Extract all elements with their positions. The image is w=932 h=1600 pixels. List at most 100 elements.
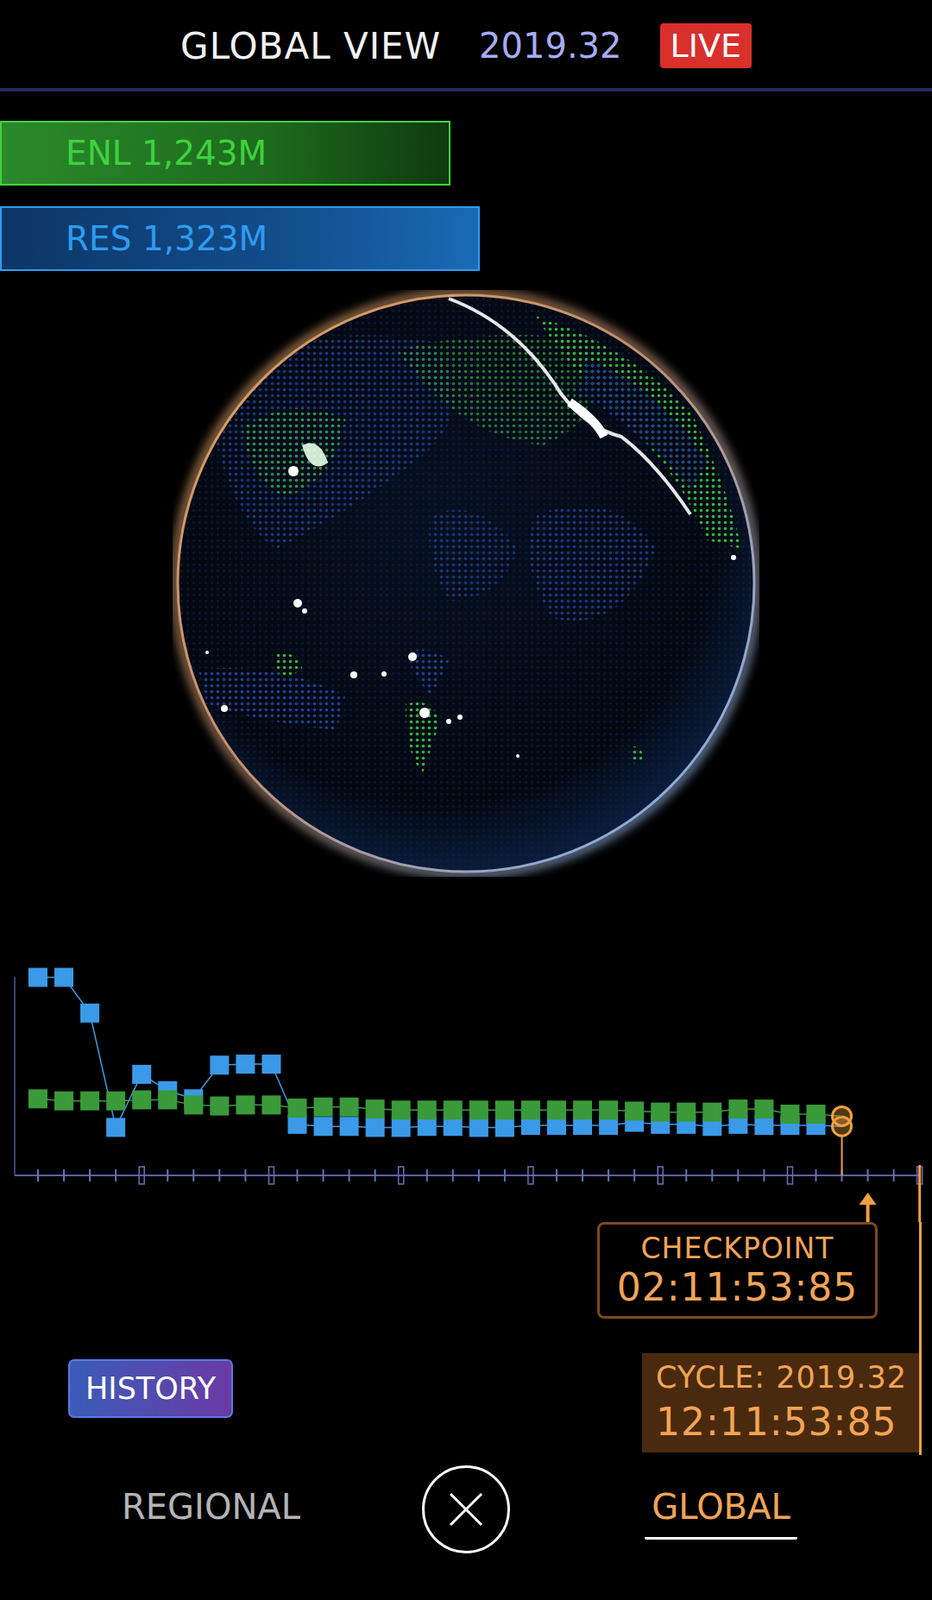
res-series [28, 967, 852, 1137]
cycle-tick [528, 1166, 534, 1184]
data-point [314, 1097, 334, 1117]
checkpoint-tick [607, 1169, 610, 1182]
cycle-tick [268, 1166, 274, 1184]
checkpoint-tick [322, 1169, 325, 1182]
data-point [806, 1104, 826, 1124]
cycle-time: 12:11:53:85 [655, 1399, 907, 1444]
data-point [157, 1089, 177, 1109]
data-point [235, 1095, 255, 1115]
checkpoint-tick [88, 1169, 91, 1182]
nav-tab[interactable]: GLOBAL [644, 1479, 797, 1540]
checkpoint-tick [633, 1169, 636, 1182]
data-point [754, 1099, 774, 1119]
now-marker [841, 1135, 844, 1176]
checkpoint-tick [37, 1169, 39, 1182]
data-point [728, 1099, 748, 1119]
checkpoint-tick [685, 1169, 687, 1182]
data-point [547, 1100, 567, 1120]
data-point [106, 1117, 126, 1137]
checkpoint-tick [711, 1169, 713, 1182]
history-button[interactable]: HISTORY [68, 1359, 233, 1418]
timer-column: CHECKPOINT02:11:53:85 CYCLE: 2019.32 12:11… [597, 1221, 922, 1455]
checkpoint-tick [296, 1169, 299, 1182]
checkpoint-tick [893, 1169, 895, 1182]
score-chart [0, 963, 932, 1222]
data-point [28, 967, 48, 987]
cycle-tick [787, 1166, 793, 1184]
data-point [288, 1114, 308, 1134]
checkpoint-tick [192, 1169, 195, 1182]
checkpoint-time: 02:11:53:85 [617, 1265, 858, 1310]
data-point [209, 1055, 229, 1075]
checkpoint-tick [555, 1169, 558, 1182]
data-point [521, 1100, 541, 1120]
data-point [235, 1054, 255, 1074]
data-point [365, 1099, 385, 1119]
cycle-end-line [918, 1165, 921, 1222]
header: GLOBAL VIEW2019.32LIVE [0, 0, 932, 92]
data-point [132, 1064, 152, 1084]
data-point [261, 1095, 281, 1115]
data-point [702, 1102, 722, 1122]
checkpoint-tick [478, 1169, 480, 1182]
data-point [340, 1097, 359, 1117]
checkpoint-label: CHECKPOINT [641, 1231, 835, 1266]
data-point [650, 1102, 670, 1122]
data-point [209, 1096, 229, 1116]
checkpoint-tick [218, 1169, 221, 1182]
enl-series [28, 1089, 852, 1126]
data-point [495, 1100, 515, 1120]
checkpoint-tick [762, 1169, 765, 1182]
globe[interactable] [172, 289, 760, 877]
data-point [183, 1095, 203, 1115]
data-point [780, 1104, 800, 1124]
checkpoint-tick [244, 1169, 246, 1182]
score-bar: RES 1,323M [0, 206, 480, 271]
value-axis [13, 976, 16, 1176]
cycle-id: 2019.32 [478, 25, 622, 66]
data-point [288, 1098, 308, 1118]
data-point [676, 1102, 696, 1122]
cycle-tick [138, 1166, 145, 1184]
data-point [391, 1117, 411, 1137]
cycle-label: CYCLE: 2019.32 [655, 1360, 907, 1395]
close-button[interactable] [421, 1465, 511, 1554]
data-point [469, 1100, 489, 1120]
title: GLOBAL VIEW [180, 25, 441, 68]
data-point [495, 1117, 515, 1137]
data-point [443, 1116, 463, 1136]
data-point [391, 1100, 411, 1120]
checkpoint-tick [62, 1169, 65, 1182]
info-row: HISTORY CHECKPOINT02:11:53:85 CYCLE: 2019.… [0, 1221, 932, 1455]
data-point [469, 1117, 489, 1137]
checkpoint-tick [426, 1169, 429, 1182]
score-bar: ENL 1,243M [0, 120, 451, 186]
data-point [340, 1116, 359, 1136]
checkpoint-tick [503, 1169, 506, 1182]
globe-area [0, 289, 932, 877]
checkpoint-tick [815, 1169, 818, 1182]
checkpoint-tick [374, 1169, 377, 1182]
checkpoint-tick [166, 1169, 169, 1182]
data-point [54, 967, 74, 987]
close-icon [447, 1490, 485, 1529]
data-point [417, 1116, 437, 1136]
data-point [106, 1091, 126, 1111]
data-point [624, 1101, 644, 1121]
checkpoint-tick [348, 1169, 351, 1182]
cycle-tick [657, 1166, 663, 1184]
nav-tab[interactable]: REGIONAL [114, 1479, 308, 1540]
data-point [132, 1089, 152, 1109]
checkpoint-tick [736, 1169, 739, 1182]
checkpoint-tick [867, 1169, 870, 1182]
data-point [754, 1115, 774, 1135]
global-view-screen: GLOBAL VIEW2019.32LIVEENL 1,243MRES 1,32… [0, 0, 932, 1600]
checkpoint-tick [581, 1169, 584, 1182]
cycle-box: CYCLE: 2019.32 12:11:53:85 [642, 1353, 920, 1453]
data-point [80, 1091, 100, 1111]
current-point [832, 1106, 852, 1126]
checkpoint-tick [114, 1169, 117, 1182]
checkpoint-tick [452, 1169, 454, 1182]
data-point [80, 1003, 100, 1023]
data-point [417, 1100, 437, 1120]
